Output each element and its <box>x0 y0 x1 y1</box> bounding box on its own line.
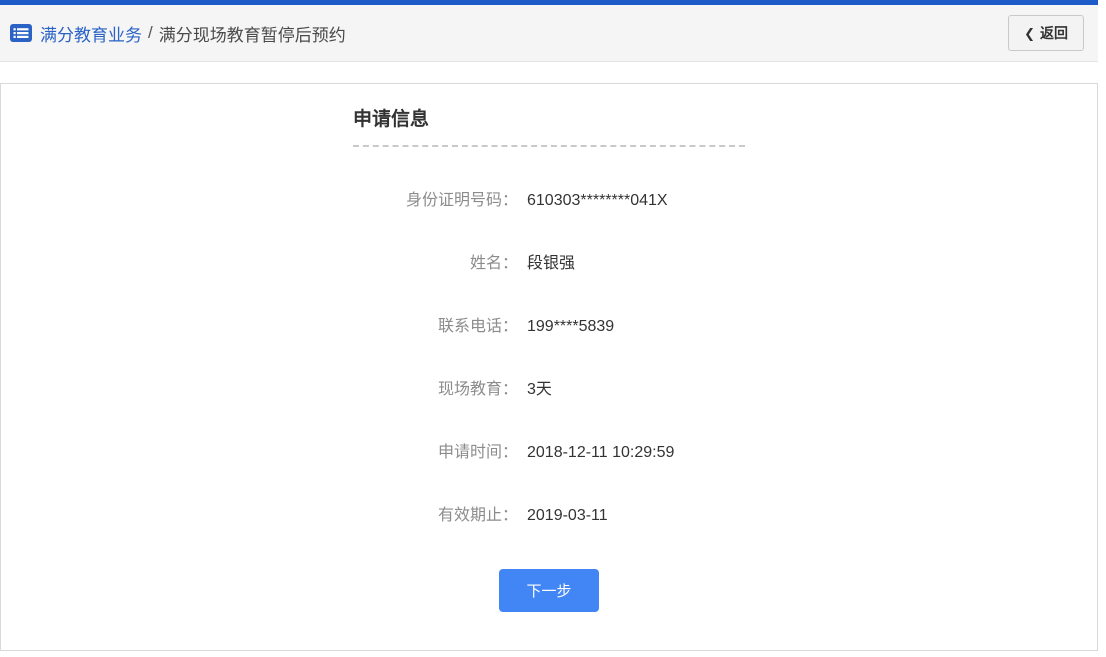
field-label: 申请时间： <box>353 438 518 462</box>
next-step-button[interactable]: 下一步 <box>499 569 598 612</box>
application-info-content: 申请信息 身份证明号码： 610303********041X 姓名： 段银强 … <box>353 84 745 612</box>
back-button-label: 返回 <box>1040 23 1068 43</box>
back-button[interactable]: ❮ 返回 <box>1008 15 1084 51</box>
field-row-phone: 联系电话： 199****5839 <box>353 312 745 336</box>
page: 满分教育业务 / 满分现场教育暂停后预约 ❮ 返回 申请信息 身份证明号码： 6… <box>0 0 1098 651</box>
field-label: 现场教育： <box>353 375 518 399</box>
dashed-divider <box>353 145 745 147</box>
breadcrumb: 满分教育业务 / 满分现场教育暂停后预约 <box>10 21 346 46</box>
field-value: 段银强 <box>527 249 575 273</box>
field-value: 199****5839 <box>527 318 614 336</box>
field-label: 姓名： <box>353 249 518 273</box>
button-container: 下一步 <box>353 569 745 612</box>
chevron-left-icon: ❮ <box>1024 27 1035 40</box>
field-label: 联系电话： <box>353 312 518 336</box>
field-row-valid-until: 有效期止： 2019-03-11 <box>353 501 745 525</box>
breadcrumb-separator: / <box>148 23 153 43</box>
field-value: 3天 <box>527 375 552 399</box>
field-row-name: 姓名： 段银强 <box>353 249 745 273</box>
page-title: 申请信息 <box>353 104 745 131</box>
field-value: 2019-03-11 <box>527 507 608 525</box>
field-row-onsite-education: 现场教育： 3天 <box>353 375 745 399</box>
field-value: 610303********041X <box>527 192 668 210</box>
field-label: 身份证明号码： <box>353 186 518 210</box>
field-row-apply-time: 申请时间： 2018-12-11 10:29:59 <box>353 438 745 462</box>
header: 满分教育业务 / 满分现场教育暂停后预约 ❮ 返回 <box>0 5 1098 62</box>
application-info-panel: 申请信息 身份证明号码： 610303********041X 姓名： 段银强 … <box>0 83 1098 651</box>
field-row-id-number: 身份证明号码： 610303********041X <box>353 186 745 210</box>
breadcrumb-current-page: 满分现场教育暂停后预约 <box>159 21 346 46</box>
breadcrumb-section[interactable]: 满分教育业务 <box>40 21 142 46</box>
field-label: 有效期止： <box>353 501 518 525</box>
list-icon <box>10 24 32 42</box>
field-value: 2018-12-11 10:29:59 <box>527 444 674 462</box>
